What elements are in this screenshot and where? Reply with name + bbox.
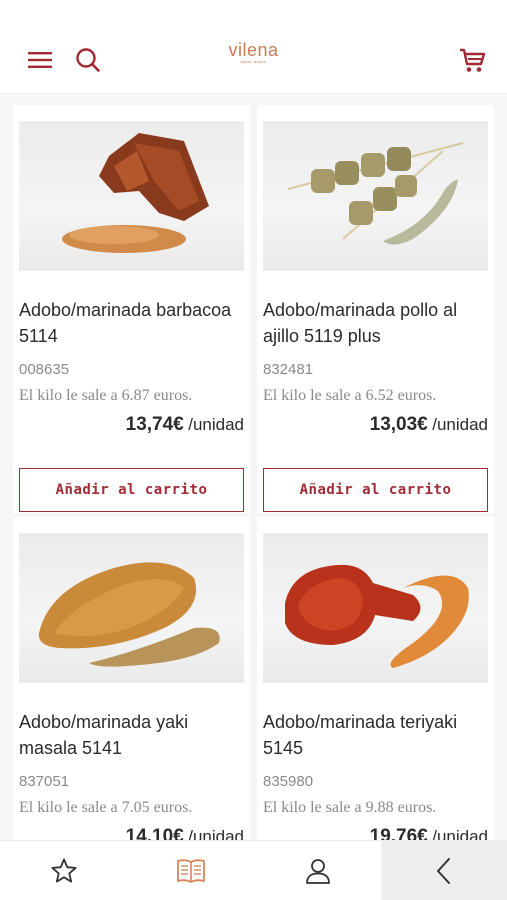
logo-wordmark: vilena xyxy=(228,40,279,60)
product-name[interactable]: Adobo/marinada pollo al ajillo 5119 plus xyxy=(263,297,491,349)
add-to-cart-button[interactable]: Añadir al carrito xyxy=(19,468,244,512)
product-image[interactable] xyxy=(263,533,488,683)
product-name[interactable]: Adobo/marinada yaki masala 5141 xyxy=(19,709,247,761)
product-code: 008635 xyxy=(19,361,70,378)
book-catalog-icon xyxy=(176,859,205,883)
product-price: 13,03€ /unidad xyxy=(370,414,488,436)
product-name[interactable]: Adobo/marinada teriyaki 5145 xyxy=(263,709,491,761)
product-code: 835980 xyxy=(263,773,314,790)
product-list[interactable]: Adobo/marinada barbacoa 5114 008635 El k… xyxy=(0,95,507,840)
price-unit: /unidad xyxy=(432,827,488,840)
nav-favorites[interactable] xyxy=(0,841,127,900)
price-per-kilo: El kilo le sale a 7.05 euros. xyxy=(19,799,193,816)
product-price: 13,74€ /unidad xyxy=(126,414,244,436)
nav-account[interactable] xyxy=(254,841,381,900)
chicken-breast-image xyxy=(38,562,220,667)
price-per-kilo: El kilo le sale a 6.87 euros. xyxy=(19,387,193,404)
price-unit: /unidad xyxy=(188,827,244,840)
nav-back[interactable] xyxy=(381,841,507,900)
price-amount: 13,03€ xyxy=(369,414,428,435)
price-amount: 19,76€ xyxy=(369,826,428,840)
price-per-kilo: El kilo le sale a 9.88 euros. xyxy=(263,799,437,816)
star-icon xyxy=(51,858,76,883)
product-card[interactable]: Adobo/marinada yaki masala 5141 837051 E… xyxy=(13,517,250,840)
price-per-kilo: El kilo le sale a 6.52 euros. xyxy=(263,387,437,404)
product-image[interactable] xyxy=(19,533,244,683)
logo-tagline: sabor fresco xyxy=(240,59,267,64)
nav-catalog[interactable] xyxy=(127,841,254,900)
product-image[interactable] xyxy=(263,121,488,271)
ribs-image xyxy=(62,133,209,253)
price-unit: /unidad xyxy=(432,415,488,434)
user-icon xyxy=(305,859,330,884)
product-card[interactable]: Adobo/marinada pollo al ajillo 5119 plus… xyxy=(257,105,494,513)
product-card[interactable]: Adobo/marinada teriyaki 5145 835980 El k… xyxy=(257,517,494,840)
app-header: vilena sabor fresco xyxy=(0,0,507,94)
price-amount: 14,10€ xyxy=(125,826,184,840)
pork-chop-image xyxy=(285,564,469,668)
product-image[interactable] xyxy=(19,121,244,271)
add-to-cart-button[interactable]: Añadir al carrito xyxy=(263,468,488,512)
price-unit: /unidad xyxy=(188,415,244,434)
chevron-left-icon xyxy=(437,858,450,884)
product-card[interactable]: Adobo/marinada barbacoa 5114 008635 El k… xyxy=(13,105,250,513)
price-amount: 13,74€ xyxy=(125,414,184,435)
shopping-cart-icon xyxy=(460,48,486,72)
cart-button[interactable] xyxy=(456,44,488,76)
product-price: 19,76€ /unidad xyxy=(370,826,488,840)
product-code: 837051 xyxy=(19,773,70,790)
skewer-image xyxy=(287,142,464,245)
product-name[interactable]: Adobo/marinada barbacoa 5114 xyxy=(19,297,247,349)
brand-logo[interactable]: vilena sabor fresco xyxy=(0,40,507,64)
product-price: 14,10€ /unidad xyxy=(126,826,244,840)
bottom-navigation xyxy=(0,840,507,900)
product-code: 832481 xyxy=(263,361,314,378)
